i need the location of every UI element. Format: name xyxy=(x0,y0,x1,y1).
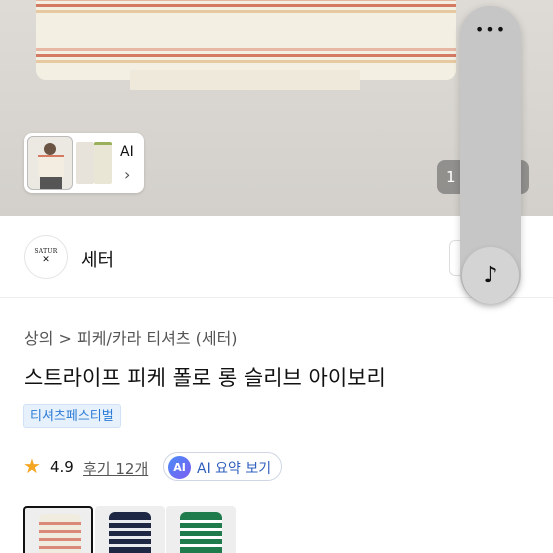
music-button[interactable]: ♪ xyxy=(462,247,519,304)
color-option-stripe xyxy=(180,536,222,539)
music-note-icon: ♪ xyxy=(483,263,498,288)
thumbnail-flat-2[interactable] xyxy=(94,142,112,184)
ai-summary-button[interactable]: AI AI 요약 보기 xyxy=(163,452,282,481)
color-option-stripe xyxy=(109,528,151,531)
color-option-stripe xyxy=(109,520,151,523)
color-option-stripe xyxy=(109,544,151,547)
rating-score: 4.9 xyxy=(50,458,74,476)
star-icon: ★ xyxy=(23,454,41,478)
color-option-ivory[interactable] xyxy=(23,506,93,553)
color-option-green[interactable] xyxy=(166,506,236,553)
color-option-stripe xyxy=(39,522,81,525)
thumbnail-strip[interactable]: AI › xyxy=(24,133,144,193)
image-counter-current: 1 xyxy=(446,168,456,186)
floating-side-panel[interactable]: ••• ♪ xyxy=(460,6,521,304)
thumbnail-ai-label: AI xyxy=(120,144,134,160)
thumbnail-flat-1[interactable] xyxy=(76,142,94,184)
color-option-navy[interactable] xyxy=(95,506,165,553)
event-tag[interactable]: 티셔츠페스티벌 xyxy=(23,404,121,428)
color-option-stripe xyxy=(109,536,151,539)
color-option-stripe xyxy=(180,528,222,531)
color-option-stripe xyxy=(39,546,81,549)
color-option-stripe xyxy=(180,544,222,547)
color-option-stripe xyxy=(39,530,81,533)
brand-name[interactable]: 세터 xyxy=(81,246,114,272)
chevron-right-icon[interactable]: › xyxy=(124,165,130,184)
ai-badge-icon: AI xyxy=(168,456,191,479)
product-photo xyxy=(36,0,456,80)
breadcrumb[interactable]: 상의 > 피케/카라 티셔츠 (세터) xyxy=(24,325,238,349)
more-icon[interactable]: ••• xyxy=(460,20,521,39)
brand-logo-text: SATUR xyxy=(34,248,58,255)
brand-logo-symbol: ✕ xyxy=(42,255,50,265)
product-title: 스트라이프 피케 폴로 롱 슬리브 아이보리 xyxy=(24,366,386,390)
thumbnail-model[interactable] xyxy=(27,136,73,190)
color-option-stripe xyxy=(180,520,222,523)
brand-logo[interactable]: SATUR ✕ xyxy=(24,235,68,279)
ai-summary-label: AI 요약 보기 xyxy=(197,461,272,477)
color-option-stripe xyxy=(39,538,81,541)
product-photo-hem xyxy=(130,70,360,90)
reviews-link[interactable]: 후기 12개 xyxy=(83,458,148,479)
